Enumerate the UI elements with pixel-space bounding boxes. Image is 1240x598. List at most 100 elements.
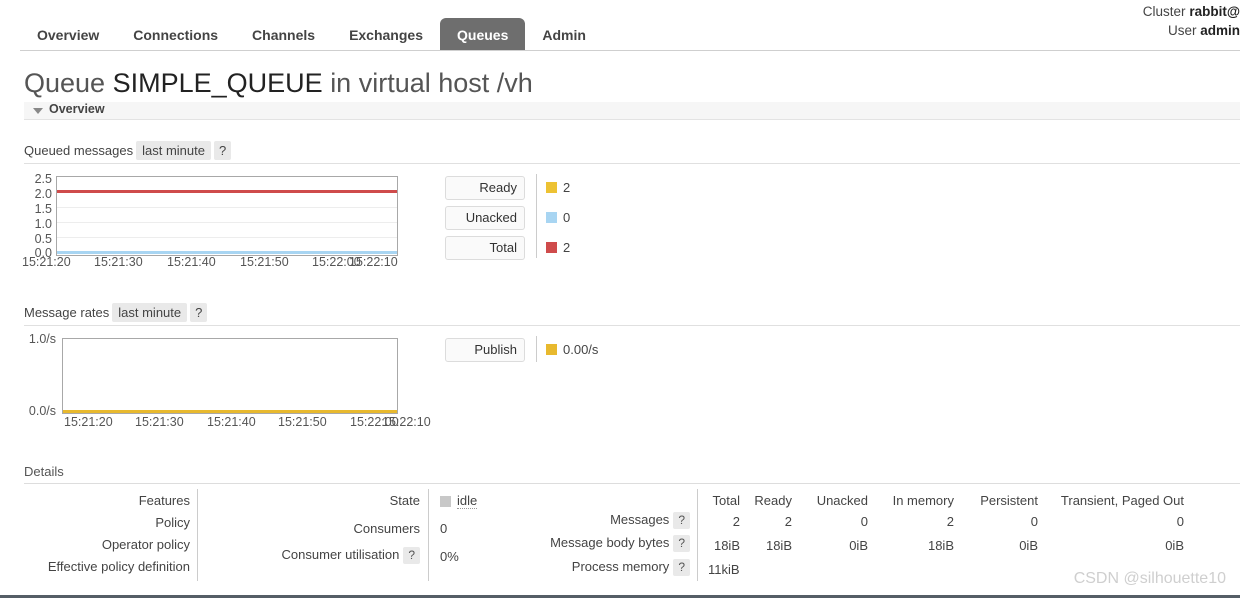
- gridline: [57, 237, 397, 238]
- tab-queues[interactable]: Queues: [440, 18, 526, 51]
- process-memory-help-icon[interactable]: ?: [673, 559, 690, 576]
- process-memory-text: Process memory: [571, 559, 670, 574]
- color-swatch-publish-icon: [546, 344, 557, 355]
- ytick-0-5: 0.5: [34, 232, 52, 246]
- ytick-rate-min: 0.0/s: [28, 404, 56, 418]
- legend-row-total: Total: [445, 236, 525, 260]
- xtick-5: 15:22:10: [349, 255, 398, 269]
- legend-row-publish: Publish: [445, 338, 525, 362]
- message-rates-period-button[interactable]: last minute: [112, 303, 188, 322]
- ytick-1-5: 1.5: [34, 202, 52, 216]
- main-nav-tabs: Overview Connections Channels Exchanges …: [20, 15, 603, 51]
- stats-cell-bytes-in-memory: 18iB: [927, 538, 954, 553]
- message-rates-help-icon[interactable]: ?: [190, 303, 208, 322]
- legend-value-unacked: 0: [546, 210, 570, 225]
- ytick-rate-max: 1.0/s: [28, 332, 56, 346]
- stats-cell-messages-in-memory: 2: [946, 514, 954, 529]
- detail-value-consumers: 0: [440, 521, 448, 536]
- tab-exchanges[interactable]: Exchanges: [332, 18, 440, 51]
- tab-overview[interactable]: Overview: [20, 18, 116, 51]
- details-divider: [24, 483, 1240, 484]
- chevron-down-icon: [33, 108, 43, 114]
- legend-value-publish-text: 0.00/s: [563, 342, 599, 357]
- vhost-name: /vh: [496, 68, 533, 98]
- xtick-rate-2: 15:21:40: [207, 415, 256, 429]
- detail-label-state: State: [389, 493, 420, 508]
- legend-separator: [536, 174, 537, 258]
- cluster-line: Cluster rabbit@: [1143, 2, 1240, 21]
- title-middle: in virtual host: [330, 68, 490, 98]
- detail-label-consumer-utilisation: Consumer utilisation?: [210, 547, 420, 564]
- status-badge-text: idle: [457, 493, 478, 509]
- legend-separator-rates: [536, 336, 537, 362]
- legend-value-ready-text: 2: [563, 180, 571, 195]
- tab-connections[interactable]: Connections: [116, 18, 235, 51]
- cluster-name: rabbit@: [1189, 4, 1240, 19]
- overview-section-header[interactable]: Overview: [24, 102, 1240, 120]
- status-square-icon: [440, 495, 451, 507]
- stats-row-label-message-body-bytes: Message body bytes?: [460, 535, 690, 552]
- tab-channels[interactable]: Channels: [235, 18, 332, 51]
- message-body-bytes-text: Message body bytes: [550, 535, 670, 550]
- consumer-utilisation-text: Consumer utilisation: [281, 547, 400, 562]
- detail-label-features: Features: [138, 493, 190, 508]
- xtick-3: 15:21:50: [240, 255, 289, 269]
- legend-button-total[interactable]: Total: [445, 236, 525, 260]
- series-line-unacked: [57, 251, 397, 254]
- stats-column-unacked: Unacked: [816, 493, 868, 508]
- user-label: User: [1167, 23, 1197, 38]
- xtick-0: 15:21:20: [22, 255, 71, 269]
- detail-value-consumer-utilisation: 0%: [440, 549, 459, 564]
- stats-row-label-messages: Messages?: [500, 512, 690, 529]
- detail-label-policy: Policy: [155, 515, 190, 530]
- title-prefix: Queue: [24, 68, 106, 98]
- cluster-user-info: Cluster rabbit@ User admin: [1143, 2, 1240, 40]
- queued-messages-help-icon[interactable]: ?: [214, 141, 232, 160]
- xtick-rate-3: 15:21:50: [278, 415, 327, 429]
- legend-value-publish: 0.00/s: [546, 342, 598, 357]
- detail-label-operator-policy: Operator policy: [101, 537, 190, 552]
- stats-column-ready: Ready: [754, 493, 792, 508]
- color-swatch-total-icon: [546, 242, 557, 253]
- message-rates-divider: [24, 325, 1240, 326]
- stats-column-in-memory: In memory: [892, 493, 954, 508]
- legend-button-publish[interactable]: Publish: [445, 338, 525, 362]
- ytick-2-0: 2.0: [34, 187, 52, 201]
- legend-value-ready: 2: [546, 180, 570, 195]
- xtick-rate-5: 15:22:10: [382, 415, 431, 429]
- message-rates-plot-area: [62, 338, 398, 414]
- stats-cell-bytes-transient: 0iB: [1165, 538, 1184, 553]
- xtick-1: 15:21:30: [94, 255, 143, 269]
- xtick-rate-1: 15:21:30: [135, 415, 184, 429]
- messages-text: Messages: [610, 512, 670, 527]
- queued-messages-period-button[interactable]: last minute: [136, 141, 211, 160]
- cluster-label: Cluster: [1142, 4, 1186, 19]
- stats-column-divider: [697, 489, 698, 581]
- series-line-total: [57, 190, 397, 193]
- color-swatch-unacked-icon: [546, 212, 557, 223]
- ytick-1-0: 1.0: [34, 217, 52, 231]
- consumer-utilisation-help-icon[interactable]: ?: [403, 547, 420, 564]
- stats-row-label-process-memory: Process memory?: [460, 559, 690, 576]
- user-line: User admin: [1143, 21, 1240, 40]
- gridline: [57, 207, 397, 208]
- stats-cell-bytes-unacked: 0iB: [849, 538, 868, 553]
- message-rates-header: Message rates last minute?: [24, 303, 208, 322]
- stats-cell-bytes-ready: 18iB: [765, 538, 792, 553]
- queue-name: SIMPLE_QUEUE: [112, 68, 323, 98]
- stats-cell-messages-ready: 2: [784, 514, 792, 529]
- legend-value-total-text: 2: [563, 240, 571, 255]
- tab-admin[interactable]: Admin: [525, 18, 603, 51]
- color-swatch-ready-icon: [546, 182, 557, 193]
- series-line-publish: [63, 410, 397, 413]
- legend-row-unacked: Unacked: [445, 206, 525, 230]
- ytick-2-5: 2.5: [34, 172, 52, 186]
- legend-button-ready[interactable]: Ready: [445, 176, 525, 200]
- stats-column-transient-paged-out: Transient, Paged Out: [1060, 493, 1184, 508]
- page-title: Queue SIMPLE_QUEUE in virtual host /vh: [24, 68, 533, 99]
- legend-button-unacked[interactable]: Unacked: [445, 206, 525, 230]
- detail-label-consumers: Consumers: [353, 521, 420, 536]
- stats-cell-messages-transient: 0: [1176, 514, 1184, 529]
- queued-messages-header: Queued messages last minute?: [24, 141, 232, 160]
- legend-row-ready: Ready: [445, 176, 525, 200]
